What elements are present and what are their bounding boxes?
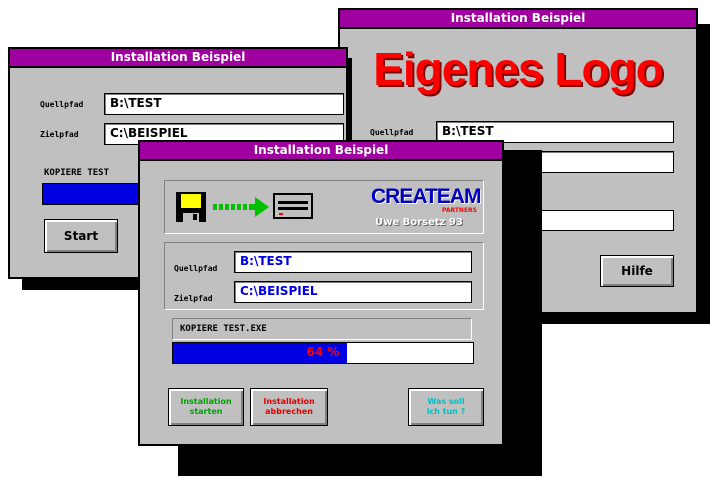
- help-button[interactable]: Was soll ich tun ?: [408, 388, 484, 426]
- brand-tag: PARTNERS: [442, 207, 477, 214]
- brand-name: CREATEAM: [371, 185, 481, 208]
- abort-install-line2: abbrechen: [265, 407, 313, 416]
- source-path-field[interactable]: B:\TEST: [234, 251, 472, 273]
- abort-install-line1: Installation: [263, 397, 315, 406]
- green-arrow-icon: [213, 197, 269, 217]
- start-install-button[interactable]: Installation starten: [168, 388, 244, 426]
- progress-bar: 64 %: [172, 342, 474, 364]
- brand-logo: CREATEAM PARTNERS Uwe Borsetz 93: [371, 185, 481, 231]
- custom-logo: Eigenes Logo: [373, 43, 664, 95]
- window-title: Installation Beispiel: [10, 49, 346, 68]
- window-install-progress: Installation Beispiel CREATEAM PARTNERS …: [138, 140, 504, 446]
- target-path-label: Zielpfad: [174, 294, 213, 303]
- target-path-field[interactable]: C:\BEISPIEL: [234, 281, 472, 303]
- copy-status: KOPIERE TEST: [44, 168, 110, 178]
- source-path-label: Quellpfad: [40, 100, 84, 109]
- window-title: Installation Beispiel: [140, 142, 502, 161]
- window-title: Installation Beispiel: [340, 10, 696, 29]
- source-path-label: Quellpfad: [370, 128, 414, 137]
- start-button[interactable]: Start: [44, 219, 118, 253]
- source-path-field[interactable]: B:\TEST: [104, 93, 344, 115]
- target-path-label: Zielpfad: [40, 130, 79, 139]
- floppy-disk-icon: [176, 192, 206, 222]
- brand-sub: Uwe Borsetz 93: [375, 217, 463, 228]
- copy-status: KOPIERE TEST.EXE: [180, 324, 267, 334]
- source-path-label: Quellpfad: [174, 264, 218, 273]
- progress-percent: 64 %: [306, 345, 340, 359]
- help-line1: Was soll: [427, 397, 465, 406]
- start-install-line1: Installation: [180, 397, 232, 406]
- header-panel: CREATEAM PARTNERS Uwe Borsetz 93: [164, 180, 484, 234]
- hard-drive-icon: [273, 193, 313, 219]
- abort-install-button[interactable]: Installation abbrechen: [250, 388, 328, 426]
- help-line2: ich tun ?: [426, 407, 466, 416]
- help-button[interactable]: Hilfe: [600, 255, 674, 287]
- start-install-line2: starten: [189, 407, 223, 416]
